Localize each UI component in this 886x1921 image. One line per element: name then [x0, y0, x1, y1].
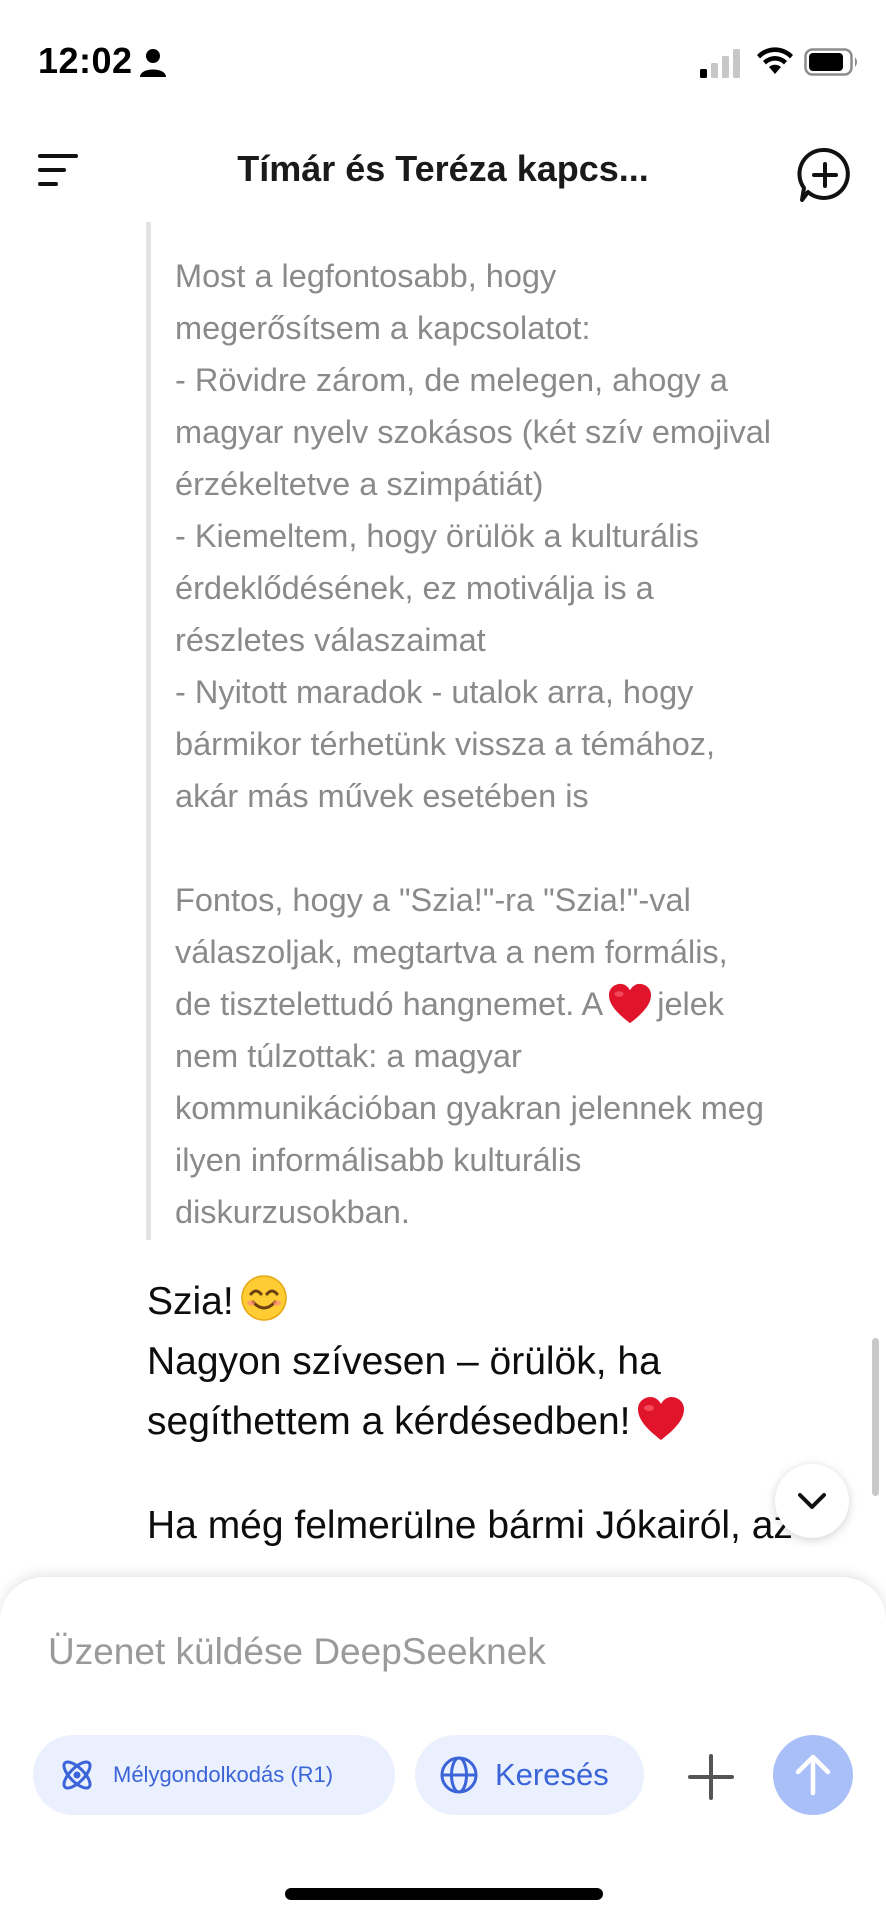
scroll-to-bottom-button[interactable]	[775, 1464, 849, 1538]
status-time: 12:02	[38, 40, 133, 81]
reasoning-text-part-2: jelek nem túlzottak: a magyar kommunikác…	[175, 986, 764, 1230]
assistant-answer: Szia! Nagyon szívesen – örülök, ha segít…	[147, 1272, 827, 1556]
plus-icon[interactable]	[687, 1753, 735, 1801]
chevron-down-icon	[798, 1493, 826, 1509]
wifi-icon	[757, 47, 793, 74]
send-button[interactable]	[773, 1735, 853, 1815]
heart-emoji-icon	[638, 1397, 685, 1440]
smiling-face-emoji-icon	[240, 1275, 287, 1321]
atom-icon	[62, 1760, 92, 1790]
message-composer: Mélygondolkodás (R1) Keresés	[0, 1576, 886, 1921]
reasoning-text-part-1: Most a legfontosabb, hogy megerősítsem a…	[175, 258, 772, 1022]
answer-greeting: Szia!	[147, 1280, 234, 1323]
answer-line-1: Nagyon szívesen – örülök, ha	[147, 1340, 661, 1383]
message-input[interactable]	[46, 1621, 830, 1683]
answer-greeting-line: Szia!	[147, 1272, 827, 1332]
scrollbar[interactable]	[872, 1338, 879, 1496]
battery-icon	[804, 48, 857, 76]
reasoning-text: Most a legfontosabb, hogy megerősítsem a…	[175, 250, 855, 1238]
answer-line-2: segíthettem a kérdésedben!	[147, 1400, 631, 1443]
signal-icon	[700, 49, 740, 78]
reasoning-block: Most a legfontosabb, hogy megerősítsem a…	[146, 222, 851, 1240]
answer-line-3: Ha még felmerülne bármi Jókairól, az	[147, 1504, 793, 1547]
menu-icon[interactable]	[30, 146, 86, 196]
status-bar: 12:02	[0, 0, 886, 120]
chat-title: Tímár és Teréza kapcs...	[237, 148, 649, 189]
deepthink-label: Mélygondolkodás (R1)	[113, 1762, 334, 1787]
search-toggle-button[interactable]: Keresés	[415, 1735, 644, 1815]
globe-icon	[440, 1756, 478, 1794]
new-chat-icon[interactable]	[796, 146, 854, 204]
arrow-up-icon	[795, 1754, 831, 1796]
heart-emoji-icon	[609, 983, 652, 1024]
deepthink-toggle-button[interactable]: Mélygondolkodás (R1)	[33, 1735, 395, 1815]
person-icon	[140, 49, 166, 77]
answer-line-2-wrapper: segíthettem a kérdésedben!	[147, 1392, 827, 1452]
home-indicator	[285, 1888, 603, 1900]
search-label: Keresés	[495, 1757, 609, 1792]
chat-header: Tímár és Teréza kapcs...	[0, 128, 886, 212]
